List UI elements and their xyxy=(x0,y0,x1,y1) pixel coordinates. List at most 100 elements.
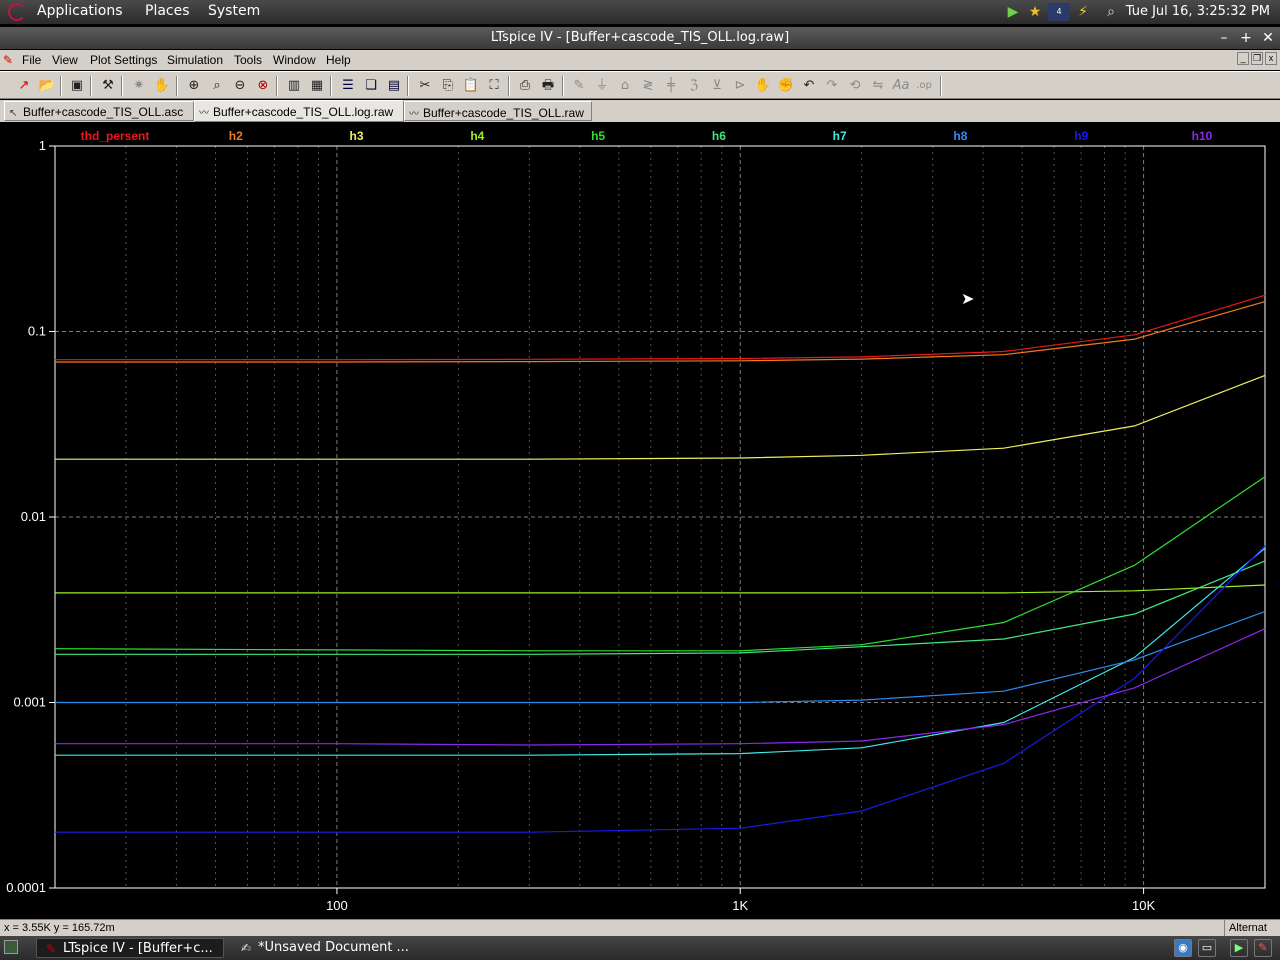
search-icon[interactable]: ⌕ xyxy=(1102,3,1120,21)
applications-menu[interactable]: Applications xyxy=(37,3,123,19)
trace-label-h7[interactable]: h7 xyxy=(833,129,847,143)
text-icon[interactable]: Aa xyxy=(891,76,911,96)
trace-h5[interactable] xyxy=(54,476,1266,652)
trace-label-h9[interactable]: h9 xyxy=(1074,129,1088,143)
label-icon[interactable]: ⌂ xyxy=(615,76,635,96)
ground-icon[interactable]: ⏚ xyxy=(592,76,612,96)
network-icon[interactable]: ◉ xyxy=(1174,939,1192,957)
trace-label-h3[interactable]: h3 xyxy=(350,129,364,143)
star-icon[interactable]: ★ xyxy=(1026,3,1044,21)
halt-icon[interactable]: ✋ xyxy=(152,76,172,96)
zoom-area-icon[interactable]: ⌕ xyxy=(207,76,227,96)
app-thumbnail-icon[interactable]: 4 xyxy=(1048,3,1070,21)
debian-logo-icon[interactable] xyxy=(8,3,26,21)
task-ltspice[interactable]: ✎ LTspice IV - [Buffer+c... xyxy=(36,938,224,958)
redo-icon[interactable]: ↷ xyxy=(822,76,842,96)
menu-view[interactable]: View xyxy=(52,53,78,67)
trace-thd_persent[interactable] xyxy=(55,294,1266,361)
control-panel-icon[interactable]: ⚒ xyxy=(98,76,118,96)
trace-label-h5[interactable]: h5 xyxy=(591,129,605,143)
mirror-icon[interactable]: ⇋ xyxy=(868,76,888,96)
menu-help[interactable]: Help xyxy=(326,53,351,67)
places-menu[interactable]: Places xyxy=(145,3,190,19)
tab-schematic[interactable]: ↖ Buffer+cascode_TIS_OLL.asc xyxy=(4,101,194,121)
task-text-editor[interactable]: ✍ *Unsaved Document ... xyxy=(232,938,420,958)
save-icon[interactable]: ▣ xyxy=(67,76,87,96)
menu-tools[interactable]: Tools xyxy=(234,53,262,67)
trace-h3[interactable] xyxy=(55,374,1266,460)
tab-raw[interactable]: 〰 Buffer+cascode_TIS_OLL.raw xyxy=(404,101,592,121)
inductor-icon[interactable]: ℨ xyxy=(684,76,704,96)
trace-label-h10[interactable]: h10 xyxy=(1192,129,1213,143)
tile-vertical-icon[interactable]: ▤ xyxy=(384,76,404,96)
capacitor-icon[interactable]: ╪ xyxy=(661,76,681,96)
show-desktop-icon[interactable] xyxy=(4,940,18,954)
trace-label-h6[interactable]: h6 xyxy=(712,129,726,143)
zoom-out-icon[interactable]: ⊖ xyxy=(230,76,250,96)
display-icon[interactable]: ▭ xyxy=(1198,939,1216,957)
new-schematic-icon[interactable]: ↗ xyxy=(14,76,34,96)
system-menu[interactable]: System xyxy=(208,3,260,19)
component-icon[interactable]: ⊳ xyxy=(730,76,750,96)
tile-horizontal-icon[interactable]: ☰ xyxy=(338,76,358,96)
clock[interactable]: Tue Jul 16, 3:25:32 PM xyxy=(1126,4,1270,19)
y-tick-label: 0.1 xyxy=(28,324,46,339)
mdi-close-button[interactable]: x xyxy=(1265,52,1277,65)
cut-icon[interactable]: ✂ xyxy=(415,76,435,96)
diode-icon[interactable]: ⊻ xyxy=(707,76,727,96)
ltspice-tray-icon[interactable]: ✎ xyxy=(1254,939,1272,957)
trace-h10[interactable] xyxy=(55,628,1266,746)
waveform-plot-pane[interactable]: 1 0.1 0.01 0.001 0.0001 100 1K 10K thd_persent h2… xyxy=(0,123,1280,919)
print-icon[interactable]: 🖶 xyxy=(538,76,558,96)
zoom-full-icon[interactable]: ▦ xyxy=(307,76,327,96)
play-icon[interactable]: ▶ xyxy=(1230,939,1248,957)
trace-h6[interactable] xyxy=(55,560,1266,655)
autorange-icon[interactable]: ▥ xyxy=(284,76,304,96)
drag-icon[interactable]: ✊ xyxy=(776,76,796,96)
paste-icon[interactable]: 📋 xyxy=(461,76,481,96)
menu-file[interactable]: File xyxy=(22,53,41,67)
print-preview-icon[interactable]: ⎙ xyxy=(515,76,535,96)
undo-icon[interactable]: ↶ xyxy=(799,76,819,96)
waveform-chart[interactable]: 1 0.1 0.01 0.001 0.0001 100 1K 10K thd_persent h2… xyxy=(0,123,1280,919)
close-button[interactable]: ✕ xyxy=(1259,27,1277,49)
menu-plot-settings[interactable]: Plot Settings xyxy=(90,53,157,67)
trace-label-thd_persent[interactable]: thd_persent xyxy=(81,129,150,143)
minimize-button[interactable]: – xyxy=(1215,27,1233,49)
menu-simulation[interactable]: Simulation xyxy=(167,53,223,67)
tab-label: Buffer+cascode_TIS_OLL.log.raw xyxy=(213,105,394,119)
document-tab-bar: ↖ Buffer+cascode_TIS_OLL.asc 〰 Buffer+casc… xyxy=(0,100,1280,122)
rotate-icon[interactable]: ⟲ xyxy=(845,76,865,96)
ltspice-icon: ✎ xyxy=(45,942,57,956)
mdi-minimize-button[interactable]: _ xyxy=(1237,52,1249,65)
trace-h4[interactable] xyxy=(55,584,1266,594)
trace-h7[interactable] xyxy=(55,547,1266,756)
resistor-icon[interactable]: ≷ xyxy=(638,76,658,96)
open-icon[interactable]: 📂 xyxy=(37,76,57,96)
run-icon[interactable]: ✷ xyxy=(129,76,149,96)
ltspice-app-icon[interactable]: ✎ xyxy=(3,53,15,67)
trace-label-h4[interactable]: h4 xyxy=(470,129,484,143)
tab-log-raw[interactable]: 〰 Buffer+cascode_TIS_OLL.log.raw xyxy=(194,100,404,122)
lightning-icon[interactable]: ⚡ xyxy=(1074,3,1092,21)
zoom-fit-icon[interactable]: ⊗ xyxy=(253,76,273,96)
zoom-in-icon[interactable]: ⊕ xyxy=(184,76,204,96)
trace-h9[interactable] xyxy=(55,545,1266,833)
text-editor-icon: ✍ xyxy=(240,941,252,955)
window-titlebar[interactable]: LTspice IV - [Buffer+cascode_TIS_OLL.log… xyxy=(0,27,1280,49)
move-icon[interactable]: ✋ xyxy=(753,76,773,96)
find-icon[interactable]: ⛶ xyxy=(484,76,504,96)
copy-icon[interactable]: ⎘ xyxy=(438,76,458,96)
spice-directive-icon[interactable]: .op xyxy=(914,76,934,96)
wire-icon[interactable]: ✎ xyxy=(569,76,589,96)
play-arrow-icon[interactable]: ▶ xyxy=(1004,3,1022,21)
trace-h8[interactable] xyxy=(55,610,1266,704)
x-tick-label: 10K xyxy=(1132,898,1155,913)
trace-label-h8[interactable]: h8 xyxy=(953,129,967,143)
menu-window[interactable]: Window xyxy=(273,53,316,67)
tab-label: Buffer+cascode_TIS_OLL.raw xyxy=(423,106,584,120)
cascade-icon[interactable]: ❏ xyxy=(361,76,381,96)
mdi-restore-button[interactable]: ❐ xyxy=(1251,52,1263,65)
maximize-button[interactable]: + xyxy=(1237,27,1255,49)
trace-label-h2[interactable]: h2 xyxy=(229,129,243,143)
